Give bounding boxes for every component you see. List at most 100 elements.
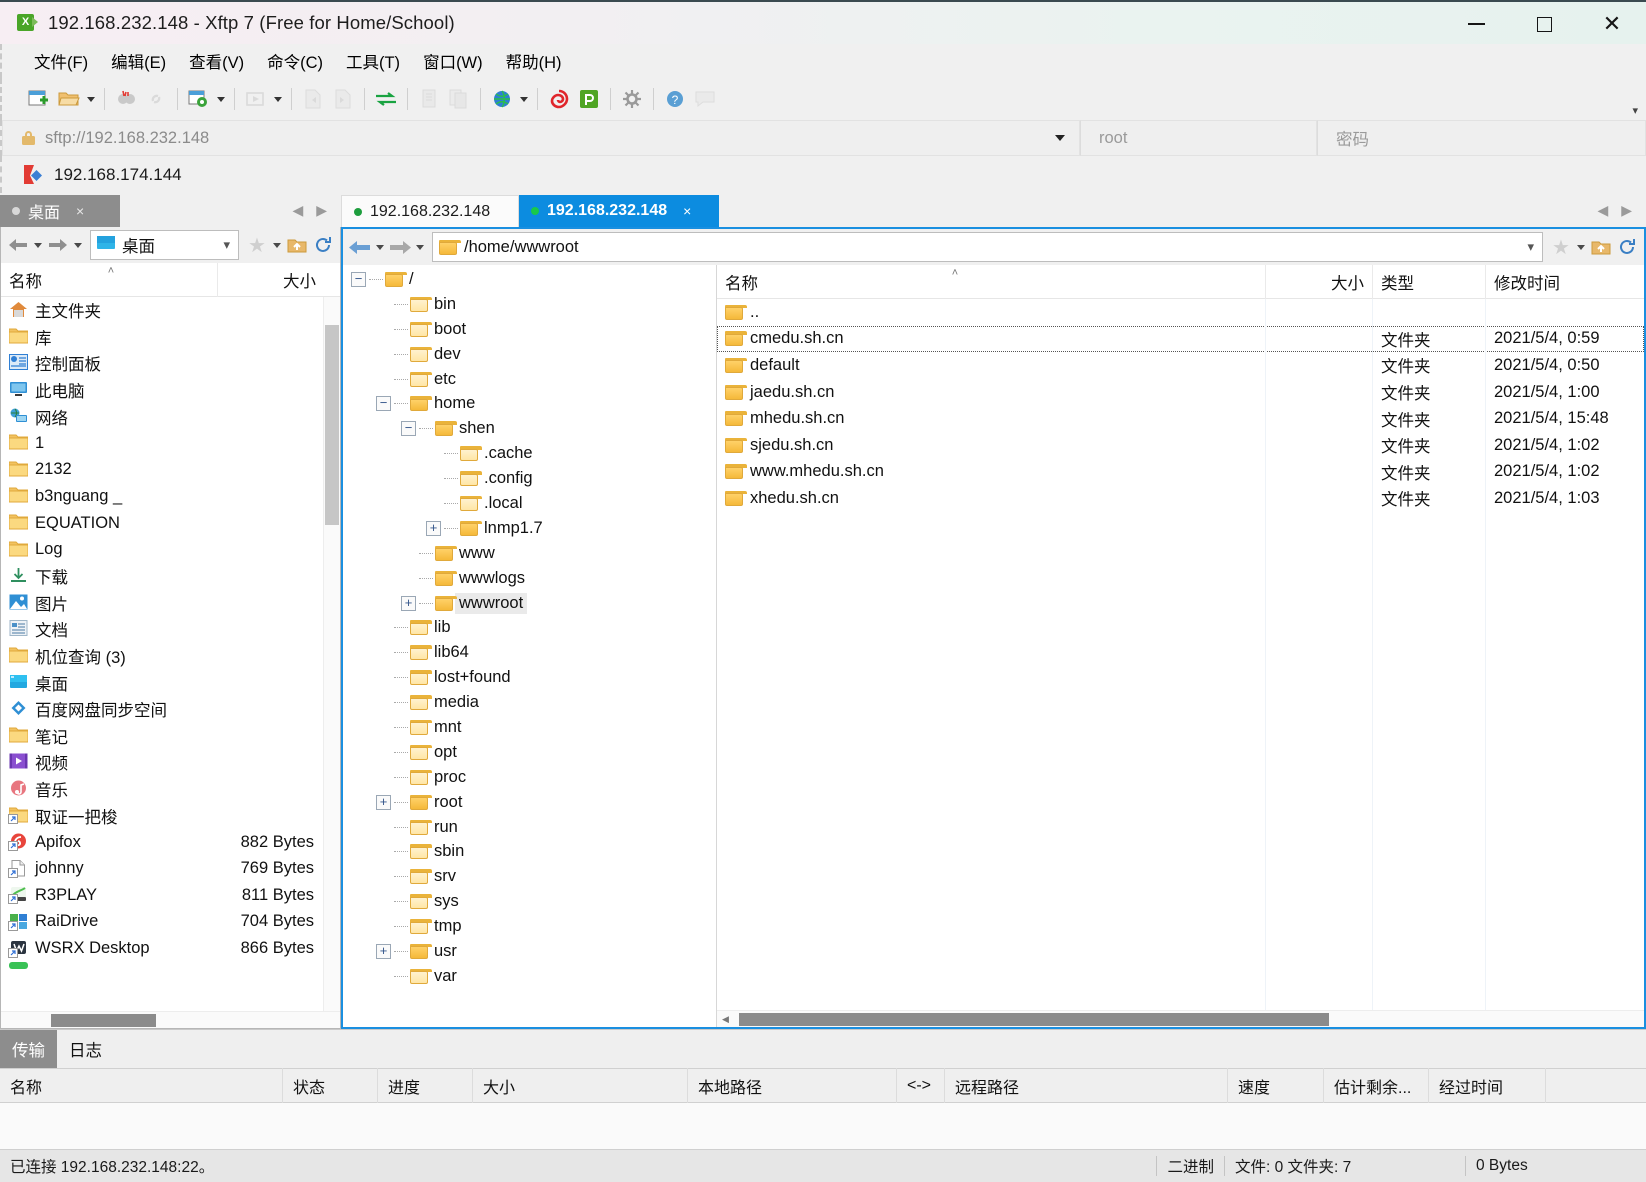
tree-node[interactable]: bin [343, 292, 716, 317]
list-item[interactable]: 主文件夹 [1, 297, 323, 324]
local-forward-dropdown-icon[interactable] [71, 231, 85, 259]
close-button[interactable]: ✕ [1578, 2, 1646, 46]
remote-col-size[interactable]: 大小 [1265, 264, 1372, 299]
list-item[interactable]: 此电脑 [1, 377, 323, 404]
transfer-col-0[interactable]: 名称 [0, 1068, 283, 1103]
url-field[interactable]: sftp://192.168.232.148 [2, 120, 1080, 156]
tree-node[interactable]: lib [343, 615, 716, 640]
tree-node[interactable]: − / [343, 267, 716, 292]
tab-transfer[interactable]: 传输 [0, 1030, 57, 1068]
menu-edit[interactable]: 编辑(E) [101, 46, 176, 76]
local-up-button[interactable] [284, 231, 310, 259]
tab-local-desktop[interactable]: 桌面 × [0, 195, 120, 227]
local-back-dropdown-icon[interactable] [31, 231, 45, 259]
minimize-button[interactable] [1442, 2, 1510, 46]
remote-path-input[interactable]: /home/wwwroot ▾ [432, 232, 1543, 262]
remote-back-button[interactable] [347, 233, 373, 261]
tree-node[interactable]: etc [343, 367, 716, 392]
list-item[interactable]: b3nguang _ [1, 483, 323, 510]
new-session-icon[interactable] [24, 84, 54, 114]
remote-up-button[interactable] [1588, 233, 1614, 261]
tab-next-icon[interactable]: ▶ [316, 202, 327, 219]
list-item[interactable]: 百度网盘同步空间 [1, 696, 323, 723]
local-back-button[interactable] [5, 231, 31, 259]
local-file-list[interactable]: 主文件夹库控制面板 此电脑 网络 1 2132 b3nguang _ EQUATION Log… [1, 297, 323, 1011]
tab-close-icon[interactable]: × [74, 203, 86, 219]
remote-path-dropdown-icon[interactable]: ▾ [1527, 239, 1534, 255]
remote-horizontal-scrollbar[interactable]: ◀ [717, 1010, 1644, 1027]
tab-close-icon[interactable]: × [681, 203, 693, 219]
local-bookmark-dropdown-icon[interactable] [270, 231, 284, 259]
table-row[interactable]: xhedu.sh.cn 文件夹 2021/5/4, 1:03 [717, 485, 1644, 512]
tree-expand-icon[interactable]: + [426, 520, 441, 536]
tree-node[interactable]: opt [343, 740, 716, 765]
remote-col-type[interactable]: 类型 [1372, 264, 1485, 299]
transfer-col-6[interactable]: 远程路径 [945, 1068, 1228, 1103]
local-refresh-button[interactable] [310, 231, 336, 259]
list-item[interactable]: 机位查询 (3) [1, 643, 323, 670]
menu-window[interactable]: 窗口(W) [413, 46, 493, 76]
tree-node[interactable]: lost+found [343, 665, 716, 690]
remote-forward-dropdown-icon[interactable] [413, 233, 427, 261]
remote-file-list[interactable]: .. cmedu.sh.cn 文件夹 2021/5/4, 0:59 default 文件夹… [717, 299, 1644, 1010]
table-row[interactable]: sjedu.sh.cn 文件夹 2021/5/4, 1:02 [717, 432, 1644, 459]
transfer-list-body[interactable] [0, 1103, 1646, 1149]
settings-gear-icon[interactable] [617, 84, 647, 114]
list-item[interactable]: WSRX Desktop 866 Bytes [1, 935, 323, 962]
table-row[interactable]: www.mhedu.sh.cn 文件夹 2021/5/4, 1:02 [717, 459, 1644, 486]
tree-node[interactable]: sbin [343, 839, 716, 864]
list-item[interactable]: EQUATION [1, 510, 323, 537]
tab-remote-2[interactable]: 192.168.232.148 × [519, 195, 719, 227]
tree-node[interactable]: + lnmp1.7 [343, 516, 716, 541]
list-item[interactable]: 图片 [1, 590, 323, 617]
tree-node[interactable]: .config [343, 466, 716, 491]
scroll-left-icon[interactable]: ◀ [717, 1014, 734, 1025]
table-row[interactable]: jaedu.sh.cn 文件夹 2021/5/4, 1:00 [717, 379, 1644, 406]
tree-node[interactable]: wwwlogs [343, 566, 716, 591]
tree-collapse-icon[interactable]: − [376, 396, 391, 412]
transfer-col-2[interactable]: 进度 [378, 1068, 473, 1103]
local-path-input[interactable]: 桌面 ▾ [90, 230, 239, 260]
properties-dropdown-icon[interactable] [214, 84, 228, 114]
toolbar-overflow-button[interactable]: ▾ [1632, 104, 1638, 117]
open-folder-icon[interactable] [54, 84, 84, 114]
maximize-button[interactable] [1510, 2, 1578, 46]
list-item[interactable]: RaiDrive 704 Bytes [1, 909, 323, 936]
password-field[interactable]: 密码 [1317, 120, 1646, 156]
local-col-size[interactable]: 大小 [217, 262, 324, 297]
table-row[interactable]: .. [717, 299, 1644, 326]
list-item[interactable]: 音乐 [1, 776, 323, 803]
tree-expand-icon[interactable]: + [376, 794, 391, 810]
disconnect-icon[interactable] [111, 84, 141, 114]
transfer-col-8[interactable]: 估计剩余... [1324, 1068, 1429, 1103]
list-item[interactable]: Log [1, 536, 323, 563]
remote-refresh-button[interactable] [1614, 233, 1640, 261]
menu-view[interactable]: 查看(V) [179, 46, 254, 76]
list-item-partial[interactable] [1, 962, 323, 970]
tree-node[interactable]: srv [343, 864, 716, 889]
tree-collapse-icon[interactable]: − [401, 421, 416, 437]
username-field[interactable]: root [1080, 120, 1317, 156]
menu-tools[interactable]: 工具(T) [336, 46, 410, 76]
list-item[interactable]: 下载 [1, 563, 323, 590]
transfer-col-5[interactable]: <-> [897, 1068, 945, 1103]
transfer-col-4[interactable]: 本地路径 [688, 1068, 897, 1103]
list-item[interactable]: R3PLAY 811 Bytes [1, 882, 323, 909]
tree-node[interactable]: run [343, 815, 716, 840]
properties-icon[interactable] [184, 84, 214, 114]
tree-node[interactable]: + wwwroot [343, 591, 716, 616]
remote-forward-button[interactable] [387, 233, 413, 261]
tree-node[interactable]: .cache [343, 441, 716, 466]
xshell-icon[interactable] [544, 84, 574, 114]
list-item[interactable]: 1 [1, 430, 323, 457]
remote-tab-prev-icon[interactable]: ◀ [1597, 202, 1608, 219]
list-item[interactable]: 2132 [1, 457, 323, 484]
globe-dropdown-icon[interactable] [517, 84, 531, 114]
local-bookmark-button[interactable]: ★ [244, 231, 270, 259]
transfer-col-3[interactable]: 大小 [473, 1068, 688, 1103]
remote-tab-next-icon[interactable]: ▶ [1621, 202, 1632, 219]
table-row[interactable]: cmedu.sh.cn 文件夹 2021/5/4, 0:59 [717, 325, 1644, 353]
xftp-green-icon[interactable] [574, 84, 604, 114]
tree-node[interactable]: + usr [343, 939, 716, 964]
tree-node[interactable]: www [343, 541, 716, 566]
